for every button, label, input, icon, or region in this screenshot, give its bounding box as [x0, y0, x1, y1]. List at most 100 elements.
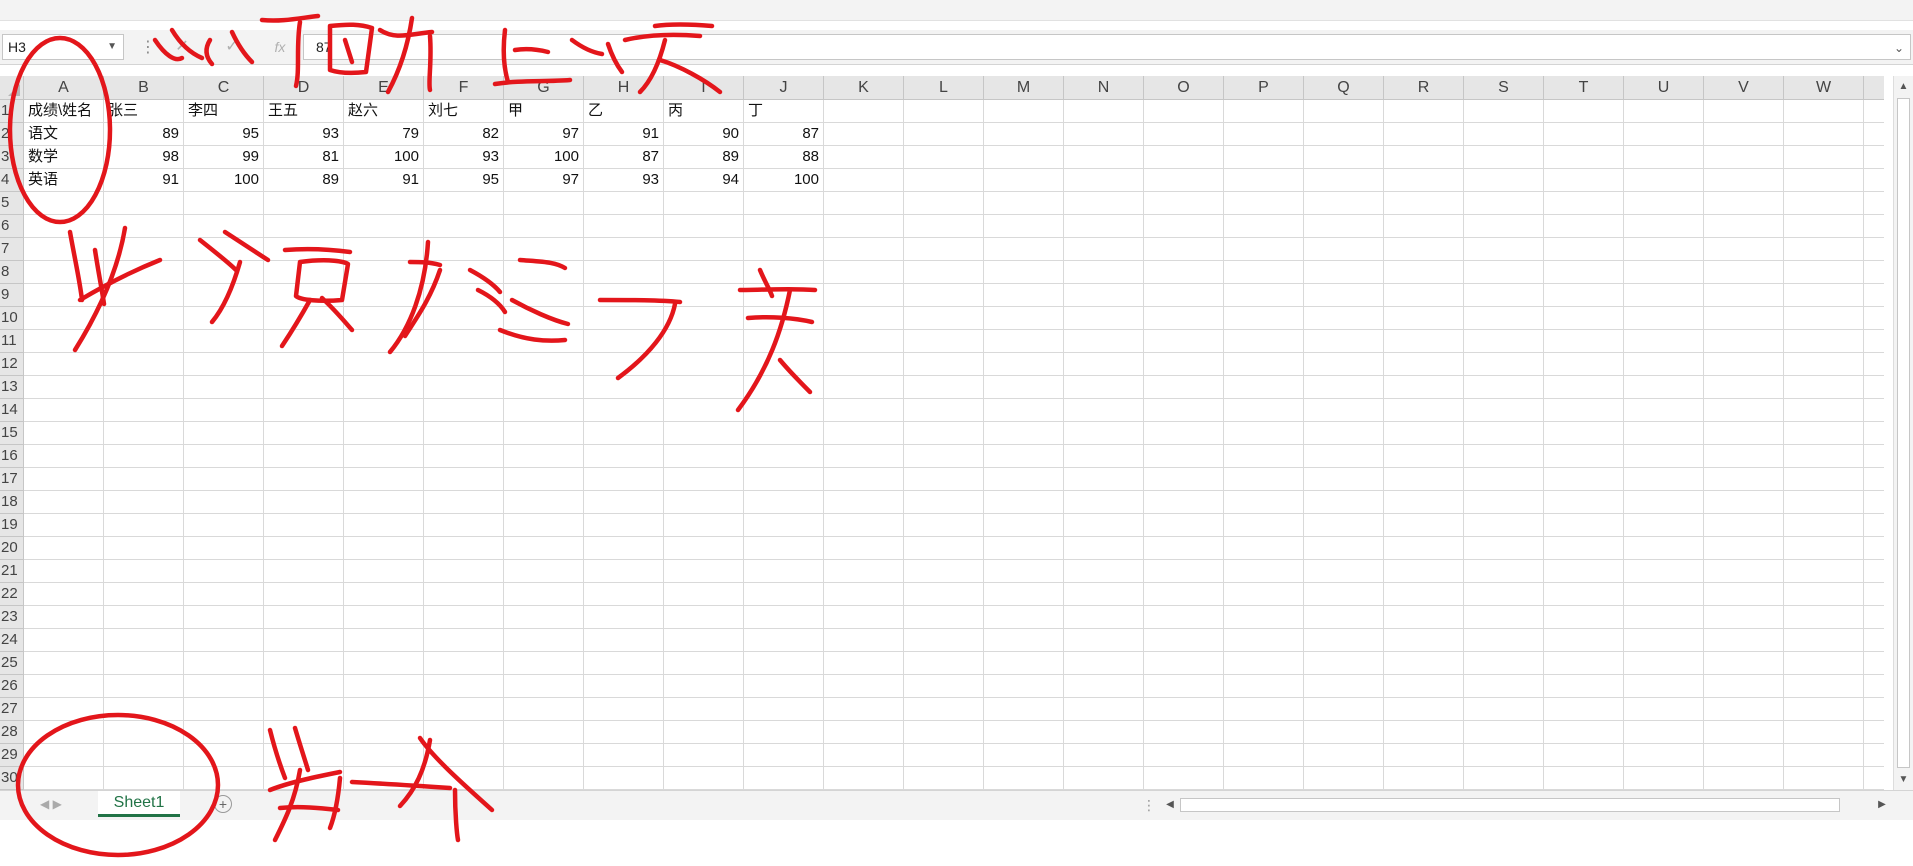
cell[interactable]: [24, 767, 104, 789]
cell[interactable]: [1064, 629, 1144, 651]
cell[interactable]: [104, 698, 184, 720]
cell[interactable]: [1384, 261, 1464, 283]
cell[interactable]: [1784, 123, 1864, 145]
cell[interactable]: [1704, 422, 1784, 444]
cell[interactable]: [1304, 192, 1384, 214]
cell[interactable]: [1064, 399, 1144, 421]
cell[interactable]: [1384, 169, 1464, 191]
cell[interactable]: [1304, 146, 1384, 168]
cell[interactable]: [1784, 169, 1864, 191]
cell[interactable]: [264, 261, 344, 283]
cell[interactable]: [664, 215, 744, 237]
row-header[interactable]: 9: [0, 284, 23, 307]
cell[interactable]: [1304, 422, 1384, 444]
cell[interactable]: [1304, 284, 1384, 306]
cell[interactable]: [1624, 767, 1704, 789]
cell[interactable]: [984, 445, 1064, 467]
cell[interactable]: 王五: [264, 100, 344, 122]
cell[interactable]: [1064, 261, 1144, 283]
cell[interactable]: [344, 330, 424, 352]
cell[interactable]: [424, 445, 504, 467]
cell[interactable]: [1704, 123, 1784, 145]
cell[interactable]: [1784, 307, 1864, 329]
row-header[interactable]: 14: [0, 399, 23, 422]
cell[interactable]: [504, 422, 584, 444]
cell[interactable]: [1464, 307, 1544, 329]
cell[interactable]: [1544, 698, 1624, 720]
cell[interactable]: [1704, 238, 1784, 260]
cell[interactable]: [504, 606, 584, 628]
cell[interactable]: [1144, 376, 1224, 398]
cell[interactable]: [1624, 514, 1704, 536]
cell[interactable]: [824, 491, 904, 513]
cell[interactable]: [264, 399, 344, 421]
column-header[interactable]: A: [24, 76, 104, 99]
cell[interactable]: [1464, 422, 1544, 444]
cell[interactable]: [1704, 491, 1784, 513]
cell[interactable]: [1624, 169, 1704, 191]
cell[interactable]: [1704, 330, 1784, 352]
cell[interactable]: [24, 721, 104, 743]
cell[interactable]: [584, 376, 664, 398]
cell[interactable]: [184, 422, 264, 444]
cell[interactable]: [1784, 675, 1864, 697]
cell[interactable]: [184, 261, 264, 283]
cell[interactable]: [424, 353, 504, 375]
cell[interactable]: [104, 583, 184, 605]
cell[interactable]: [424, 744, 504, 766]
cell[interactable]: 89: [104, 123, 184, 145]
cell[interactable]: [1544, 261, 1624, 283]
cell[interactable]: [264, 537, 344, 559]
cell[interactable]: [424, 307, 504, 329]
cell[interactable]: [504, 215, 584, 237]
cell[interactable]: [1384, 652, 1464, 674]
cell[interactable]: [1784, 560, 1864, 582]
row-header[interactable]: 8: [0, 261, 23, 284]
cell[interactable]: [104, 767, 184, 789]
column-header[interactable]: U: [1624, 76, 1704, 99]
cell[interactable]: [1784, 767, 1864, 789]
cell[interactable]: [264, 284, 344, 306]
cell[interactable]: [584, 307, 664, 329]
cell[interactable]: [904, 744, 984, 766]
cell[interactable]: 97: [504, 169, 584, 191]
cell[interactable]: [984, 307, 1064, 329]
cell[interactable]: [1064, 146, 1144, 168]
cell[interactable]: [1784, 238, 1864, 260]
cell[interactable]: [824, 284, 904, 306]
cell[interactable]: [744, 744, 824, 766]
cell[interactable]: [584, 330, 664, 352]
cell[interactable]: [104, 330, 184, 352]
cell[interactable]: [184, 675, 264, 697]
cell[interactable]: [1704, 514, 1784, 536]
cell[interactable]: [1224, 238, 1304, 260]
column-header[interactable]: K: [824, 76, 904, 99]
cell[interactable]: [1464, 284, 1544, 306]
cell[interactable]: [824, 307, 904, 329]
cell[interactable]: [1064, 376, 1144, 398]
cell[interactable]: [1624, 146, 1704, 168]
cell[interactable]: [1704, 721, 1784, 743]
cell[interactable]: [1464, 491, 1544, 513]
cell[interactable]: [1064, 675, 1144, 697]
cell[interactable]: 英语: [24, 169, 104, 191]
column-header[interactable]: G: [504, 76, 584, 99]
cell[interactable]: [584, 652, 664, 674]
cell[interactable]: [1064, 652, 1144, 674]
cell[interactable]: [1544, 675, 1624, 697]
cell[interactable]: [104, 261, 184, 283]
cell[interactable]: [984, 629, 1064, 651]
cell[interactable]: [1064, 721, 1144, 743]
horizontal-scrollbar[interactable]: ◀ ▶: [1160, 796, 1890, 814]
cell[interactable]: [584, 744, 664, 766]
cell[interactable]: [104, 399, 184, 421]
cell[interactable]: [184, 629, 264, 651]
cell[interactable]: [1144, 744, 1224, 766]
cell[interactable]: [24, 399, 104, 421]
cell[interactable]: [504, 330, 584, 352]
cell[interactable]: [424, 767, 504, 789]
cell[interactable]: [1464, 261, 1544, 283]
cell[interactable]: [1704, 284, 1784, 306]
cell[interactable]: [824, 353, 904, 375]
cell[interactable]: [1544, 422, 1624, 444]
